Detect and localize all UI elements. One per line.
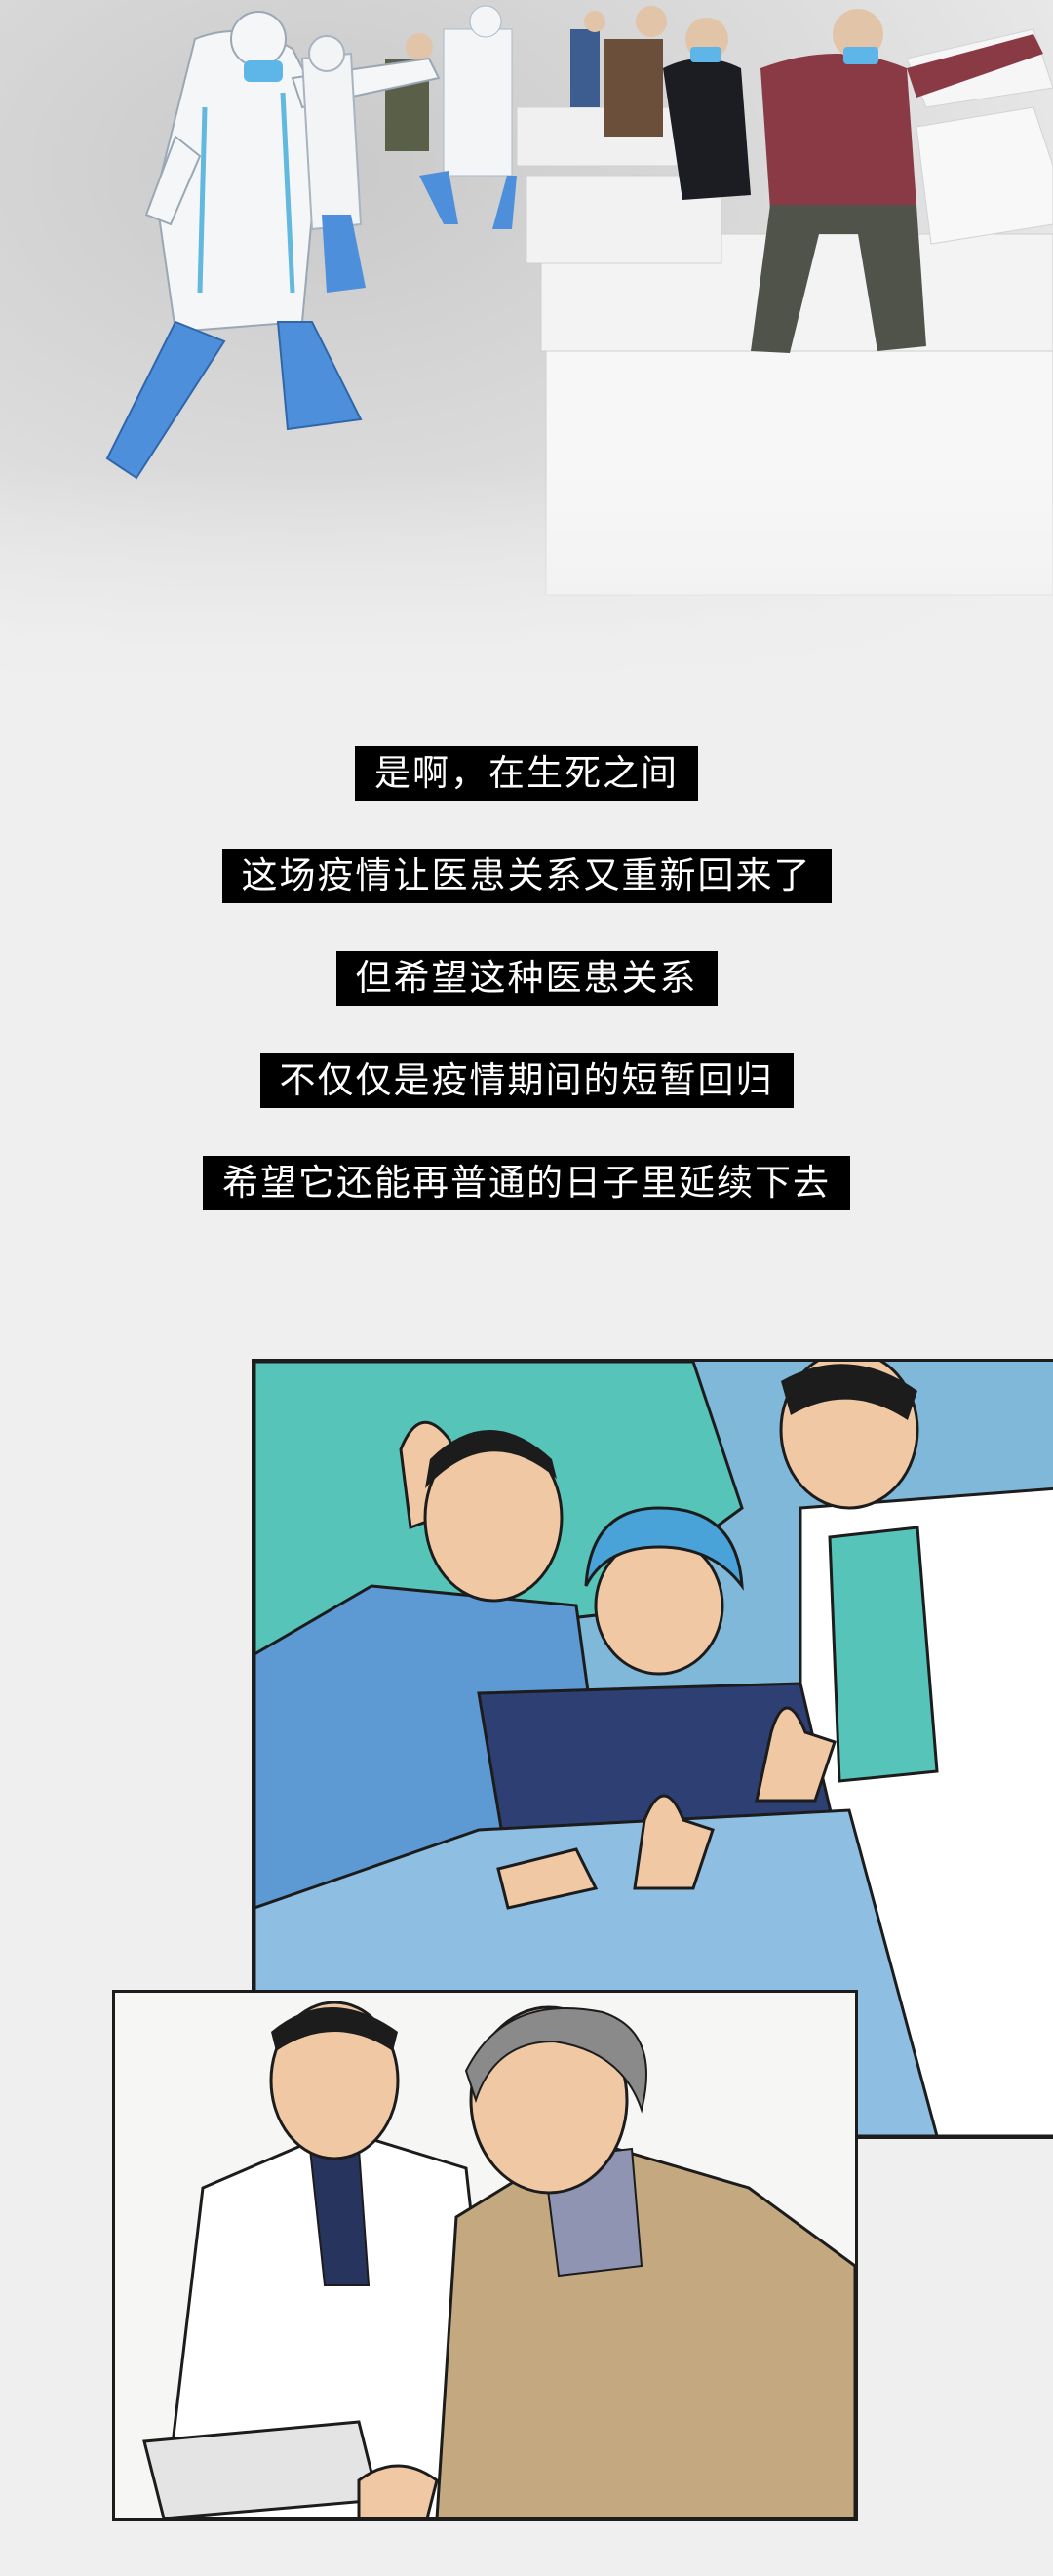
- caption-line-5: 希望它还能再普通的日子里延续下去: [0, 1156, 1053, 1210]
- caption-text-1: 是啊，在生死之间: [355, 746, 698, 801]
- caption-text-3: 但希望这种医患关系: [335, 951, 718, 1006]
- caption-text-4: 不仅仅是疫情期间的短暂回归: [259, 1053, 794, 1108]
- dancing-ward-illustration: [0, 0, 1053, 683]
- doctor-consultation-drawing: [115, 1993, 855, 2518]
- dancing-ward-drawing: [0, 0, 1053, 683]
- comic-panel-doctor-consultation: [112, 1990, 858, 2521]
- caption-text-2: 这场疫情让医患关系又重新回来了: [221, 849, 832, 903]
- caption-text-5: 希望它还能再普通的日子里延续下去: [203, 1156, 850, 1210]
- caption-line-1: 是啊，在生死之间: [0, 746, 1053, 801]
- caption-line-3: 但希望这种医患关系: [0, 951, 1053, 1006]
- caption-line-2: 这场疫情让医患关系又重新回来了: [0, 849, 1053, 903]
- comic-page: 是啊，在生死之间 这场疫情让医患关系又重新回来了 但希望这种医患关系 不仅仅是疫…: [0, 0, 1053, 2576]
- caption-line-4: 不仅仅是疫情期间的短暂回归: [0, 1053, 1053, 1108]
